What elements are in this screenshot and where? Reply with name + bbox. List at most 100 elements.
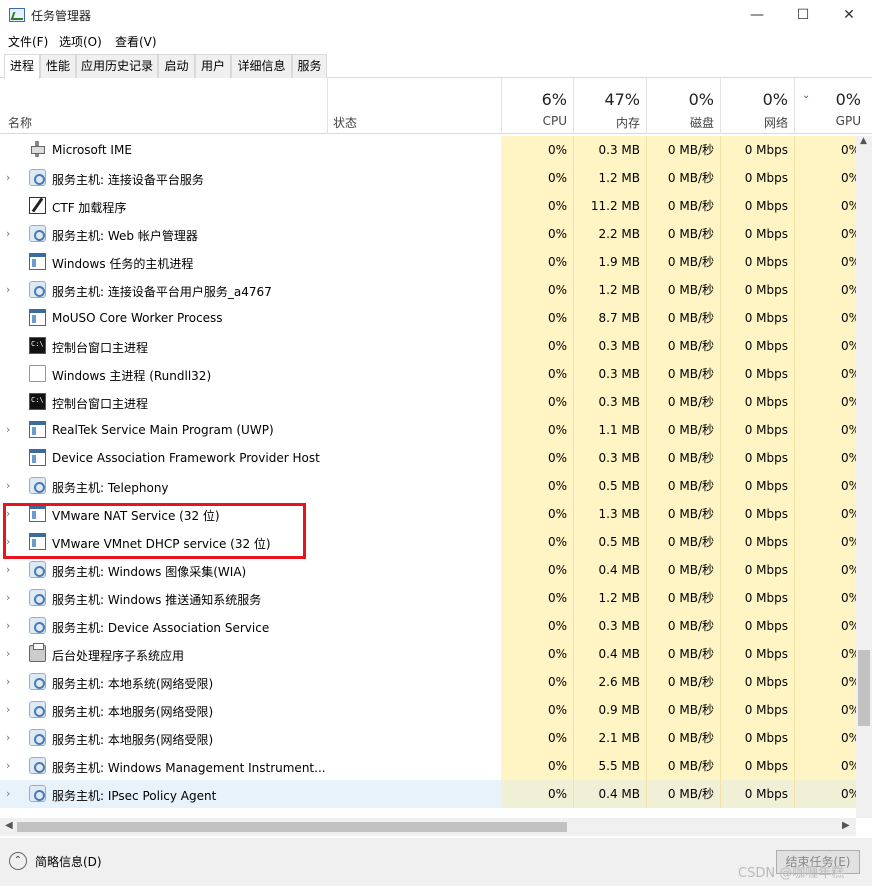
process-row[interactable]: Windows 任务的主机进程0%1.9 MB0 MB/秒0 Mbps0% xyxy=(0,248,856,276)
menu-options[interactable]: 选项(O) xyxy=(59,33,102,50)
tab-startup[interactable]: 启动 xyxy=(158,54,195,78)
process-row[interactable]: › 服务主机: IPsec Policy Agent 0% 0.4 MB 0 MB/秒 0… xyxy=(0,780,856,808)
ime-icon xyxy=(29,141,46,158)
process-name: 控制台窗口主进程 xyxy=(52,341,149,355)
column-name-header[interactable]: 名称 xyxy=(8,114,32,131)
cpu-cell: 0% xyxy=(501,388,574,416)
process-row[interactable]: MoUSO Core Worker Process 0% 8.7 MB 0 MB/秒 0… xyxy=(0,304,856,332)
process-row[interactable]: Microsoft IME0%0.3 MB0 MB/秒0 Mbps0% xyxy=(0,136,856,164)
disk-cell: 0 MB/秒 xyxy=(647,444,721,472)
memory-label: 内存 xyxy=(615,116,640,130)
disk-cell: 0 MB/秒 xyxy=(647,416,721,444)
cpu-cell: 0% xyxy=(501,612,574,640)
process-name: 服务主机: Windows Management Instrument... xyxy=(52,761,326,775)
expand-chevron-icon[interactable]: › xyxy=(6,787,16,800)
menu-file[interactable]: 文件(F) xyxy=(8,33,48,50)
cpu-cell: 0% xyxy=(501,444,574,472)
tab-services[interactable]: 服务 xyxy=(292,54,327,78)
tab-users[interactable]: 用户 xyxy=(195,54,231,78)
tab-details[interactable]: 详细信息 xyxy=(231,54,292,78)
title-bar: 任务管理器 — ☐ ✕ xyxy=(0,0,872,30)
horizontal-scrollbar[interactable]: ◀ ▶ xyxy=(0,818,856,836)
tab-processes[interactable]: 进程 xyxy=(4,54,40,79)
process-name: 服务主机: 本地服务(网络受限) xyxy=(52,705,214,719)
process-name: 服务主机: 连接设备平台用户服务_a4767 xyxy=(52,285,272,299)
process-name: MoUSO Core Worker Process xyxy=(52,311,223,325)
gpu-cell: 0% xyxy=(795,248,856,276)
cpu-cell: 0% xyxy=(501,472,574,500)
cpu-cell: 0% xyxy=(501,220,574,248)
column-network-header[interactable]: 0% 网络 xyxy=(721,78,795,134)
gear-icon xyxy=(29,729,46,746)
close-button[interactable]: ✕ xyxy=(826,0,872,30)
expand-chevron-icon[interactable]: › xyxy=(6,675,16,688)
process-row[interactable]: › 服务主机: Windows 推送通知系统服务 0% 1.2 MB 0 MB/秒 0 M… xyxy=(0,584,856,612)
console-icon xyxy=(29,393,46,410)
scroll-right-icon[interactable]: ▶ xyxy=(842,820,850,831)
disk-cell: 0 MB/秒 xyxy=(647,220,721,248)
expand-chevron-icon[interactable]: › xyxy=(6,759,16,772)
collapse-chevron-up-icon[interactable]: ⌃ xyxy=(9,852,27,870)
disk-cell: 0 MB/秒 xyxy=(647,668,721,696)
network-cell: 0 Mbps xyxy=(721,640,795,668)
process-row[interactable]: › 服务主机: Windows 图像采集(WIA) 0% 0.4 MB 0 MB/秒 0 … xyxy=(0,556,856,584)
expand-chevron-icon[interactable]: › xyxy=(6,647,16,660)
window-icon xyxy=(29,253,46,270)
disk-cell: 0 MB/秒 xyxy=(647,528,721,556)
network-total-pct: 0% xyxy=(762,90,788,109)
expand-chevron-icon[interactable]: › xyxy=(6,283,16,296)
cpu-cell: 0% xyxy=(501,192,574,220)
column-disk-header[interactable]: 0% 磁盘 xyxy=(647,78,721,134)
process-row[interactable]: CTF 加载程序0%11.2 MB0 MB/秒0 Mbps0% xyxy=(0,192,856,220)
network-cell: 0 Mbps xyxy=(721,612,795,640)
process-row[interactable]: ›后台处理程序子系统应用0%0.4 MB0 MB/秒0 Mbps0% xyxy=(0,640,856,668)
process-row[interactable]: › 服务主机: 连接设备平台用户服务_a4767 0% 1.2 MB 0 MB/秒 0 M… xyxy=(0,276,856,304)
process-row[interactable]: › RealTek Service Main Program (UWP) 0% 1.1… xyxy=(0,416,856,444)
process-row[interactable]: ›服务主机: 本地系统(网络受限)0%2.6 MB0 MB/秒0 Mbps0% xyxy=(0,668,856,696)
expand-chevron-icon[interactable]: › xyxy=(6,731,16,744)
memory-cell: 0.5 MB xyxy=(574,472,647,500)
fewer-details-link[interactable]: 简略信息(D) xyxy=(35,853,102,870)
disk-total-pct: 0% xyxy=(688,90,714,109)
process-row[interactable]: ›服务主机: 本地服务(网络受限)0%2.1 MB0 MB/秒0 Mbps0% xyxy=(0,724,856,752)
scroll-up-icon[interactable]: ▲ xyxy=(860,136,867,146)
scroll-left-icon[interactable]: ◀ xyxy=(5,820,13,831)
expand-chevron-icon[interactable]: › xyxy=(6,703,16,716)
tab-performance[interactable]: 性能 xyxy=(40,54,76,78)
minimize-button[interactable]: — xyxy=(734,0,780,30)
process-row[interactable]: ›服务主机: 本地服务(网络受限)0%0.9 MB0 MB/秒0 Mbps0% xyxy=(0,696,856,724)
expand-chevron-icon[interactable]: › xyxy=(6,171,16,184)
expand-chevron-icon[interactable]: › xyxy=(6,423,16,436)
cpu-cell: 0% xyxy=(501,724,574,752)
column-gpu-header[interactable]: 0% GPU xyxy=(795,78,867,134)
process-row[interactable]: ›服务主机: 连接设备平台服务0%1.2 MB0 MB/秒0 Mbps0% xyxy=(0,164,856,192)
expand-chevron-icon[interactable]: › xyxy=(6,479,16,492)
vertical-scroll-thumb[interactable] xyxy=(858,650,870,726)
gpu-cell: 0% xyxy=(795,332,856,360)
process-list[interactable]: Microsoft IME0%0.3 MB0 MB/秒0 Mbps0%›服务主机… xyxy=(0,136,856,818)
expand-chevron-icon[interactable]: › xyxy=(6,619,16,632)
gpu-label: GPU xyxy=(835,114,861,128)
process-row[interactable]: Windows 主进程 (Rundll32) 0% 0.3 MB 0 MB/秒 0 Mb… xyxy=(0,360,856,388)
column-status-header[interactable]: 状态 xyxy=(333,114,357,131)
memory-cell: 5.5 MB xyxy=(574,752,647,780)
vertical-scrollbar[interactable]: ▲ xyxy=(856,136,872,818)
expand-chevron-icon[interactable]: › xyxy=(6,563,16,576)
cpu-cell: 0% xyxy=(501,556,574,584)
process-row[interactable]: Device Association Framework Provider Ho… xyxy=(0,444,856,472)
column-cpu-header[interactable]: 6% CPU xyxy=(501,78,574,134)
process-row[interactable]: › 服务主机: Device Association Service 0% 0.3 M… xyxy=(0,612,856,640)
process-row[interactable]: 控制台窗口主进程0%0.3 MB0 MB/秒0 Mbps0% xyxy=(0,332,856,360)
process-row[interactable]: › 服务主机: Windows Management Instrument... 0… xyxy=(0,752,856,780)
tab-app-history[interactable]: 应用历史记录 xyxy=(76,54,158,78)
horizontal-scroll-thumb[interactable] xyxy=(17,822,567,832)
expand-chevron-icon[interactable]: › xyxy=(6,227,16,240)
menu-view[interactable]: 查看(V) xyxy=(115,33,157,50)
process-row[interactable]: ›服务主机: Telephony0%0.5 MB0 MB/秒0 Mbps0% xyxy=(0,472,856,500)
column-memory-header[interactable]: 47% 内存 xyxy=(574,78,647,134)
maximize-button[interactable]: ☐ xyxy=(780,0,826,30)
process-row[interactable]: 控制台窗口主进程0%0.3 MB0 MB/秒0 Mbps0% xyxy=(0,388,856,416)
disk-cell: 0 MB/秒 xyxy=(647,332,721,360)
process-row[interactable]: ›服务主机: Web 帐户管理器0%2.2 MB0 MB/秒0 Mbps0% xyxy=(0,220,856,248)
expand-chevron-icon[interactable]: › xyxy=(6,591,16,604)
